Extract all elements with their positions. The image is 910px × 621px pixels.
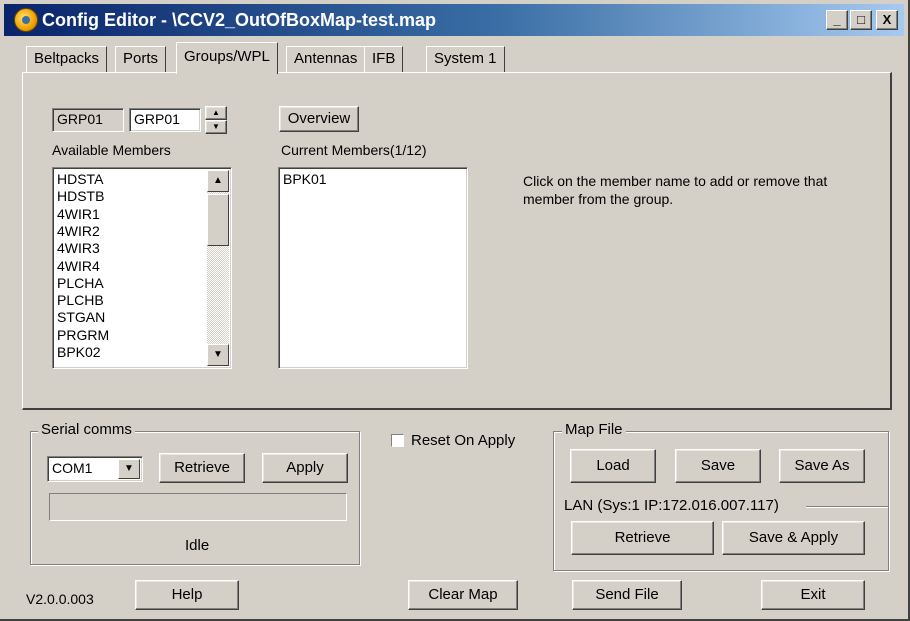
available-members-list[interactable]: HDSTA HDSTB 4WIR1 4WIR2 4WIR3 4WIR4 PLCHA PLCHB… [52, 167, 232, 369]
save-and-apply-button[interactable]: Save & Apply [722, 521, 865, 555]
tab-label: Groups/WPL [184, 48, 270, 65]
list-item[interactable]: BPK01 [283, 171, 327, 188]
list-item[interactable]: 4WIR3 [57, 240, 100, 257]
tab-label: Ports [123, 50, 159, 67]
group-name-text: GRP01 [134, 111, 180, 127]
serial-comms-title: Serial comms [38, 421, 135, 438]
available-scrollbar[interactable]: ▲ ▼ [207, 170, 229, 366]
list-item[interactable]: STGAN [57, 309, 105, 326]
tab-groups-wpl[interactable]: Groups/WPL [176, 42, 278, 74]
com-port-value: COM1 [52, 460, 93, 476]
window-title: Config Editor - \CCV2_OutOfBoxMap-test.m… [42, 10, 437, 30]
map-file-title: Map File [562, 421, 626, 438]
list-item[interactable]: 4WIR1 [57, 206, 100, 223]
group-id-text: GRP01 [57, 111, 103, 127]
help-label: Help [171, 586, 203, 603]
tab-label: System 1 [434, 50, 497, 67]
tab-label: Beltpacks [34, 50, 100, 67]
serial-apply-label: Apply [286, 459, 324, 476]
maximize-button[interactable]: □ [850, 10, 872, 30]
overview-button[interactable]: Overview [279, 106, 359, 132]
list-item[interactable]: 4WIR4 [57, 258, 100, 275]
progress-field [49, 493, 347, 521]
scroll-down-icon: ▼ [213, 349, 223, 360]
spin-down-button[interactable]: ▼ [205, 120, 227, 134]
list-item[interactable]: PLCHA [57, 275, 104, 292]
lan-retrieve-button[interactable]: Retrieve [571, 521, 714, 555]
spin-down-icon: ▼ [212, 122, 220, 131]
spin-up-icon: ▲ [212, 108, 220, 117]
list-item[interactable]: HDSTA [57, 171, 103, 188]
list-item[interactable]: BPK02 [57, 344, 101, 361]
load-label: Load [596, 457, 630, 474]
lan-divider [806, 506, 888, 508]
chevron-down-icon: ▼ [124, 463, 134, 474]
spin-up-button[interactable]: ▲ [205, 106, 227, 120]
exit-button[interactable]: Exit [761, 580, 865, 610]
tab-antennas[interactable]: Antennas [286, 46, 366, 72]
scroll-thumb[interactable] [207, 194, 229, 246]
title-bar[interactable]: Config Editor - \CCV2_OutOfBoxMap-test.m… [4, 4, 904, 36]
scroll-up-button[interactable]: ▲ [207, 170, 229, 192]
save-as-label: Save As [794, 457, 850, 474]
save-button[interactable]: Save [675, 449, 761, 483]
group-name-input[interactable]: GRP01 [129, 108, 201, 132]
serial-apply-button[interactable]: Apply [262, 453, 348, 483]
current-members-list[interactable]: BPK01 [278, 167, 468, 369]
tab-label: IFB [372, 50, 396, 67]
save-and-apply-label: Save & Apply [748, 529, 839, 546]
available-members-label: Available Members [52, 142, 171, 158]
instructions-text: Click on the member name to add or remov… [523, 173, 828, 207]
send-file-label: Send File [595, 586, 659, 603]
list-item[interactable]: HDSTB [57, 188, 104, 205]
scroll-up-icon: ▲ [213, 175, 223, 186]
overview-label: Overview [287, 110, 351, 127]
list-item[interactable]: PRGRM [57, 327, 109, 344]
config-editor-window: Config Editor - \CCV2_OutOfBoxMap-test.m… [0, 0, 910, 621]
clear-map-label: Clear Map [428, 586, 498, 603]
close-button[interactable]: X [876, 10, 898, 30]
load-button[interactable]: Load [570, 449, 656, 483]
tab-label: Antennas [294, 50, 358, 67]
list-item[interactable]: PLCHB [57, 292, 104, 309]
group-id-display: GRP01 [52, 108, 124, 132]
send-file-button[interactable]: Send File [572, 580, 682, 610]
tab-ports[interactable]: Ports [115, 46, 167, 72]
help-button[interactable]: Help [135, 580, 239, 610]
minimize-button[interactable]: _ [826, 10, 848, 30]
app-icon [14, 8, 38, 32]
version-text: V2.0.0.003 [26, 591, 94, 607]
serial-retrieve-label: Retrieve [174, 459, 230, 476]
clear-map-button[interactable]: Clear Map [408, 580, 518, 610]
serial-retrieve-button[interactable]: Retrieve [159, 453, 245, 483]
reset-on-apply-checkbox[interactable] [391, 434, 404, 447]
serial-status-text: Idle [185, 537, 210, 554]
list-item[interactable]: 4WIR2 [57, 223, 100, 240]
tab-ifb[interactable]: IFB [364, 46, 404, 72]
save-label: Save [700, 457, 736, 474]
lan-label: LAN (Sys:1 IP:172.016.007.117) [564, 497, 779, 514]
tab-beltpacks[interactable]: Beltpacks [26, 46, 108, 72]
lan-retrieve-label: Retrieve [614, 529, 671, 546]
reset-on-apply-label: Reset On Apply [411, 432, 516, 449]
dropdown-button[interactable]: ▼ [118, 459, 140, 479]
current-members-label: Current Members(1/12) [281, 142, 427, 158]
save-as-button[interactable]: Save As [779, 449, 865, 483]
exit-label: Exit [800, 586, 826, 603]
com-port-select[interactable]: COM1 ▼ [47, 456, 143, 482]
scroll-down-button[interactable]: ▼ [207, 344, 229, 366]
tab-system-1[interactable]: System 1 [426, 46, 505, 72]
